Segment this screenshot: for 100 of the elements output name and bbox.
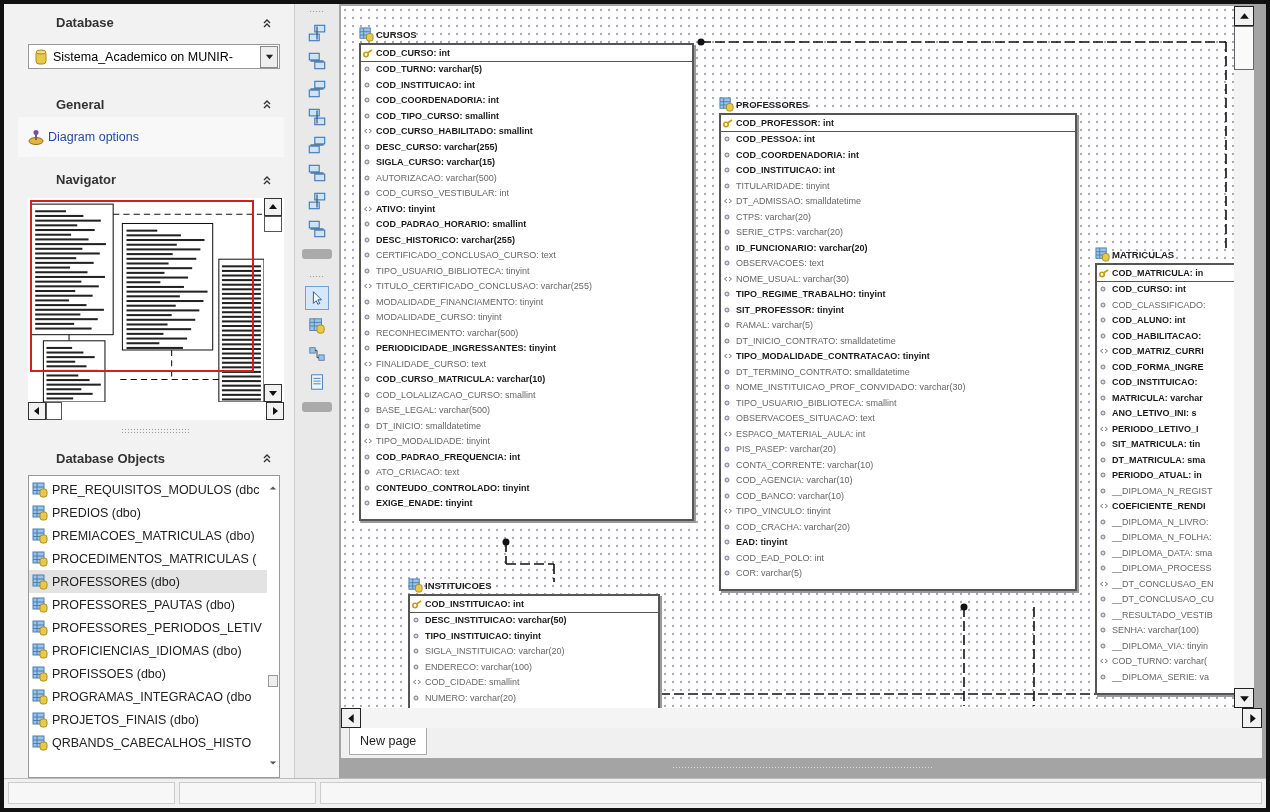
dot-icon xyxy=(412,692,422,703)
connector-line[interactable] xyxy=(697,38,1227,46)
dot-icon xyxy=(723,552,733,563)
field-label: ATIVO: tinyint xyxy=(376,203,436,214)
collapse-icon[interactable] xyxy=(262,174,272,185)
dot-icon xyxy=(1099,299,1109,310)
dot-icon xyxy=(363,64,373,75)
scroll-right-icon[interactable] xyxy=(266,402,284,421)
dot-icon xyxy=(723,490,733,501)
table-card[interactable] xyxy=(1095,263,1234,695)
layout-tool-icon[interactable] xyxy=(306,218,328,240)
dot-icon xyxy=(363,420,373,431)
collapse-icon[interactable] xyxy=(262,17,272,28)
diagram-options-link[interactable]: Diagram options xyxy=(48,129,139,144)
object-list-item[interactable]: PROFESSORES_PERIODOS_LETIV xyxy=(29,616,267,640)
table-icon xyxy=(32,642,48,659)
table-card[interactable]: COD_INSTITUICAO: int DESC_INSTITUICAO: varchar(50) TIPO_INSTITUICAO: tinyint SIGLA_INSTITUICAO: varchar(20) ENDERECO: varchar(100) COD_CIDADE: smallint NUMERO: varchar(20) xyxy=(408,594,660,708)
field-label: COD_INSTITUICAO: int xyxy=(736,165,835,176)
object-list-item[interactable]: PREDIOS (dbo) xyxy=(29,501,267,525)
dot-icon xyxy=(363,265,373,276)
layout-tool-icon[interactable] xyxy=(306,50,328,72)
field-label: COEFICIENTE_RENDI xyxy=(1112,501,1206,512)
collapse-icon[interactable] xyxy=(262,453,272,464)
field-label: PERIODO_LETIVO_I xyxy=(1112,423,1199,434)
layout-tool-icon[interactable] xyxy=(306,134,328,156)
field-label: MODALIDADE_CURSO: tinyint xyxy=(376,312,502,323)
pointer-tool-button[interactable] xyxy=(305,286,329,310)
field-label: SIT_MATRICULA: tin xyxy=(1112,439,1201,450)
layout-tool-icon[interactable] xyxy=(306,22,328,44)
field-label: SENHA: varchar(100) xyxy=(1112,625,1200,636)
connector-line[interactable] xyxy=(659,693,1096,695)
field-label: SERIE_CTPS: varchar(20) xyxy=(736,227,844,238)
dot-icon xyxy=(363,312,373,323)
panel-title: Database Objects xyxy=(56,450,166,466)
layout-tool-icon[interactable] xyxy=(306,106,328,128)
panel-title: General xyxy=(56,96,105,112)
table-card[interactable] xyxy=(359,43,694,521)
object-list-item[interactable]: PROFICIENCIAS_IDIOMAS (dbo) xyxy=(29,639,267,663)
object-list-item[interactable]: PROFESSORES (dbo) xyxy=(29,570,267,594)
field-label: RAMAL: varchar(5) xyxy=(736,320,814,331)
dot-icon xyxy=(1099,671,1109,682)
dot-icon xyxy=(1099,454,1109,465)
object-list-item[interactable]: PRE_REQUISITOS_MODULOS (dbc xyxy=(29,478,267,502)
connector-line[interactable] xyxy=(505,563,555,565)
dot-icon xyxy=(1099,625,1109,636)
layout-tool-icon[interactable] xyxy=(306,78,328,100)
dot-icon xyxy=(363,374,373,385)
diagram-canvas[interactable] xyxy=(341,6,1234,708)
scroll-up-icon[interactable] xyxy=(269,484,277,493)
page-tab[interactable]: New page xyxy=(349,728,428,755)
table-card[interactable] xyxy=(719,113,1077,591)
field-label: COD_BANCO: varchar(10) xyxy=(736,490,845,501)
scroll-left-icon[interactable] xyxy=(341,708,361,728)
scrollbar-thumb[interactable] xyxy=(268,675,278,687)
dot-icon xyxy=(1099,563,1109,574)
object-list-item[interactable]: PROGRAMAS_INTEGRACAO (dbo xyxy=(29,685,267,709)
scrollbar-thumb[interactable] xyxy=(264,216,282,233)
scrollbar-thumb[interactable] xyxy=(1234,26,1254,70)
scroll-down-icon[interactable] xyxy=(264,384,282,403)
field-label: COD_ALUNO: int xyxy=(1112,315,1186,326)
field-label: SIT_PROFESSOR: tinyint xyxy=(736,304,844,315)
table-title: CURSOS xyxy=(376,28,417,40)
layout-tool-icon[interactable] xyxy=(306,190,328,212)
field-label: COD_HABILITACAO: xyxy=(1112,330,1202,341)
scroll-up-icon[interactable] xyxy=(264,198,282,217)
collapse-icon[interactable] xyxy=(262,99,272,110)
object-list-item[interactable]: PROFESSORES_PAUTAS (dbo) xyxy=(29,593,267,617)
relation-icon xyxy=(308,345,326,363)
object-list-item[interactable]: PROCEDIMENTOS_MATRICULAS ( xyxy=(29,547,267,571)
object-list-item[interactable]: PROFISSOES (dbo) xyxy=(29,662,267,686)
resize-grip[interactable] xyxy=(671,766,932,770)
connector-line[interactable] xyxy=(502,538,510,565)
object-list-item[interactable]: PREMIACOES_MATRICULAS (dbo) xyxy=(29,524,267,548)
connector-line[interactable] xyxy=(553,563,555,583)
note-icon xyxy=(308,373,326,391)
scroll-up-icon[interactable] xyxy=(1234,6,1254,26)
field-label: ESPACO_MATERIAL_AULA: int xyxy=(736,428,866,439)
field-label: DESC_HISTORICO: varchar(255) xyxy=(376,234,515,245)
database-dropdown[interactable]: Sistema_Academico on MUNIR- xyxy=(28,43,280,70)
dot-icon xyxy=(723,149,733,160)
object-list-item[interactable]: PROJETOS_FINAIS (dbo) xyxy=(29,708,267,732)
dot-icon xyxy=(363,141,373,152)
dot-icon xyxy=(723,366,733,377)
layout-tool-icon[interactable] xyxy=(306,162,328,184)
dot-icon xyxy=(363,327,373,338)
field-label: TIPO_MODALIDADE_CONTRATACAO: tinyint xyxy=(736,351,930,362)
scrollbar-thumb[interactable] xyxy=(46,402,62,421)
object-list-item[interactable]: QRBANDS_CABECALHOS_HISTO xyxy=(29,731,267,755)
scroll-down-icon[interactable] xyxy=(269,759,277,767)
connector-line[interactable] xyxy=(960,603,968,707)
table-icon xyxy=(32,481,48,498)
field-label: DESC_CURSO: varchar(255) xyxy=(376,141,498,152)
field-label: TIPO_USUARIO_BIBLIOTECA: tinyint xyxy=(376,265,530,276)
scroll-left-icon[interactable] xyxy=(28,402,46,421)
scroll-right-icon[interactable] xyxy=(1242,708,1262,728)
field-label: PERIODICIDADE_INGRESSANTES: tinyint xyxy=(376,343,557,354)
viewport-frame[interactable] xyxy=(30,200,254,373)
table-icon xyxy=(32,573,48,590)
connector-line[interactable] xyxy=(1033,606,1035,707)
scroll-down-icon[interactable] xyxy=(1234,688,1254,708)
